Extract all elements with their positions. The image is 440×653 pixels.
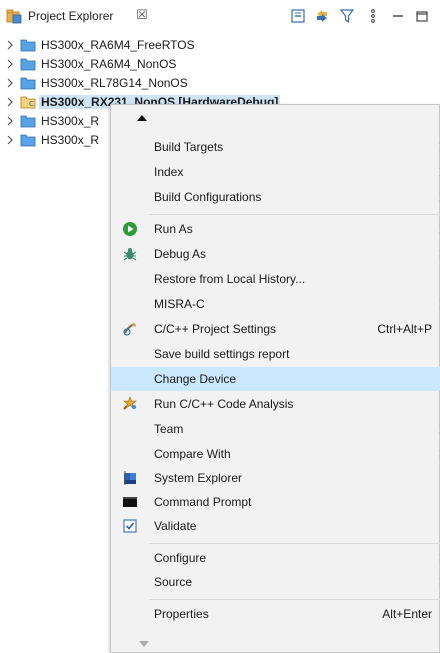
menu-item-index[interactable]: Index — [117, 160, 440, 184]
tree-item-label: HS300x_RL78G14_NonOS — [41, 76, 188, 90]
tree-item-label: HS300x_R — [41, 133, 100, 147]
chevron-right-icon[interactable] — [4, 58, 16, 70]
menu-separator — [149, 599, 440, 600]
debug-bug-icon — [123, 248, 137, 261]
tree-item-project[interactable]: HS300x_R — [0, 130, 99, 150]
menu-item-cpp-project-settings[interactable]: C/C++ Project Settings Ctrl+Alt+P — [117, 317, 440, 341]
tree-item-project[interactable]: HS300x_RL78G14_NonOS — [0, 73, 188, 93]
project-folder-icon — [20, 134, 36, 147]
menu-item-configure[interactable]: Configure — [117, 546, 440, 570]
shortcut-label: Ctrl+Alt+P — [377, 322, 432, 336]
view-menu-icon[interactable] — [365, 8, 381, 24]
menu-item-system-explorer[interactable]: System Explorer — [117, 466, 440, 490]
collapse-all-icon[interactable] — [290, 8, 306, 24]
chevron-right-icon[interactable] — [4, 39, 16, 51]
menu-item-command-prompt[interactable]: Command Prompt — [117, 490, 440, 514]
chevron-right-icon[interactable] — [4, 134, 16, 146]
project-folder-icon — [20, 77, 36, 90]
view-title: Project Explorer — [28, 9, 114, 23]
project-folder-icon — [20, 115, 36, 128]
menu-item-restore-local-history[interactable]: Restore from Local History... — [117, 267, 440, 291]
menu-item-save-build-settings-report[interactable]: Save build settings report — [117, 342, 440, 366]
tree-item-label: HS300x_RA6M4_FreeRTOS — [41, 38, 195, 52]
menu-item-build-targets[interactable]: Build Targets — [117, 135, 440, 159]
menu-item-change-device[interactable]: Change Device — [111, 367, 440, 391]
validate-checkbox-icon — [123, 519, 137, 533]
project-explorer-tab[interactable]: Project Explorer ☒ — [0, 0, 440, 30]
tree-item-project[interactable]: HS300x_R — [0, 111, 99, 131]
tree-item-label: HS300x_RA6M4_NonOS — [41, 57, 177, 71]
menu-item-run-as[interactable]: Run As — [117, 217, 440, 241]
project-explorer-icon — [6, 9, 22, 24]
menu-item-debug-as[interactable]: Debug As — [117, 242, 440, 266]
context-menu: Build Targets Index Build Configurations… — [110, 104, 440, 653]
minimize-icon[interactable] — [390, 8, 406, 24]
menu-item-build-configurations[interactable]: Build Configurations — [117, 185, 440, 209]
tree-item-project[interactable]: HS300x_RA6M4_FreeRTOS — [0, 35, 195, 55]
settings-icon — [123, 323, 136, 336]
tree-item-label: HS300x_R — [41, 114, 100, 128]
project-folder-icon — [20, 39, 36, 52]
command-prompt-icon — [123, 497, 137, 507]
link-with-editor-icon[interactable] — [314, 8, 330, 24]
shortcut-label: Alt+Enter — [382, 607, 432, 621]
chevron-right-icon[interactable] — [4, 96, 16, 108]
menu-item-run-code-analysis[interactable]: Run C/C++ Code Analysis — [117, 392, 440, 416]
filter-icon[interactable] — [339, 8, 355, 24]
run-icon — [123, 222, 137, 236]
menu-item-validate[interactable]: Validate — [117, 514, 440, 538]
chevron-right-icon[interactable] — [4, 115, 16, 127]
system-explorer-icon — [124, 471, 136, 485]
menu-separator — [149, 543, 440, 544]
close-view-icon[interactable]: ☒ — [136, 7, 148, 23]
menu-item-team[interactable]: Team — [117, 417, 440, 441]
svg-text:C: C — [29, 100, 34, 108]
menu-item-compare-with[interactable]: Compare With — [117, 442, 440, 466]
menu-scroll-up-icon[interactable] — [137, 114, 147, 122]
code-analysis-icon — [123, 396, 137, 410]
project-folder-icon — [20, 58, 36, 71]
menu-item-properties[interactable]: Properties Alt+Enter — [117, 602, 440, 626]
maximize-icon[interactable] — [414, 8, 430, 24]
menu-item-source[interactable]: Source — [117, 570, 440, 594]
tree-item-project[interactable]: HS300x_RA6M4_NonOS — [0, 54, 176, 74]
chevron-right-icon[interactable] — [4, 77, 16, 89]
menu-separator — [149, 214, 440, 215]
c-project-folder-icon: C — [20, 96, 36, 109]
menu-scroll-down-icon[interactable] — [139, 641, 149, 647]
menu-item-misra-c[interactable]: MISRA-C — [117, 292, 440, 316]
